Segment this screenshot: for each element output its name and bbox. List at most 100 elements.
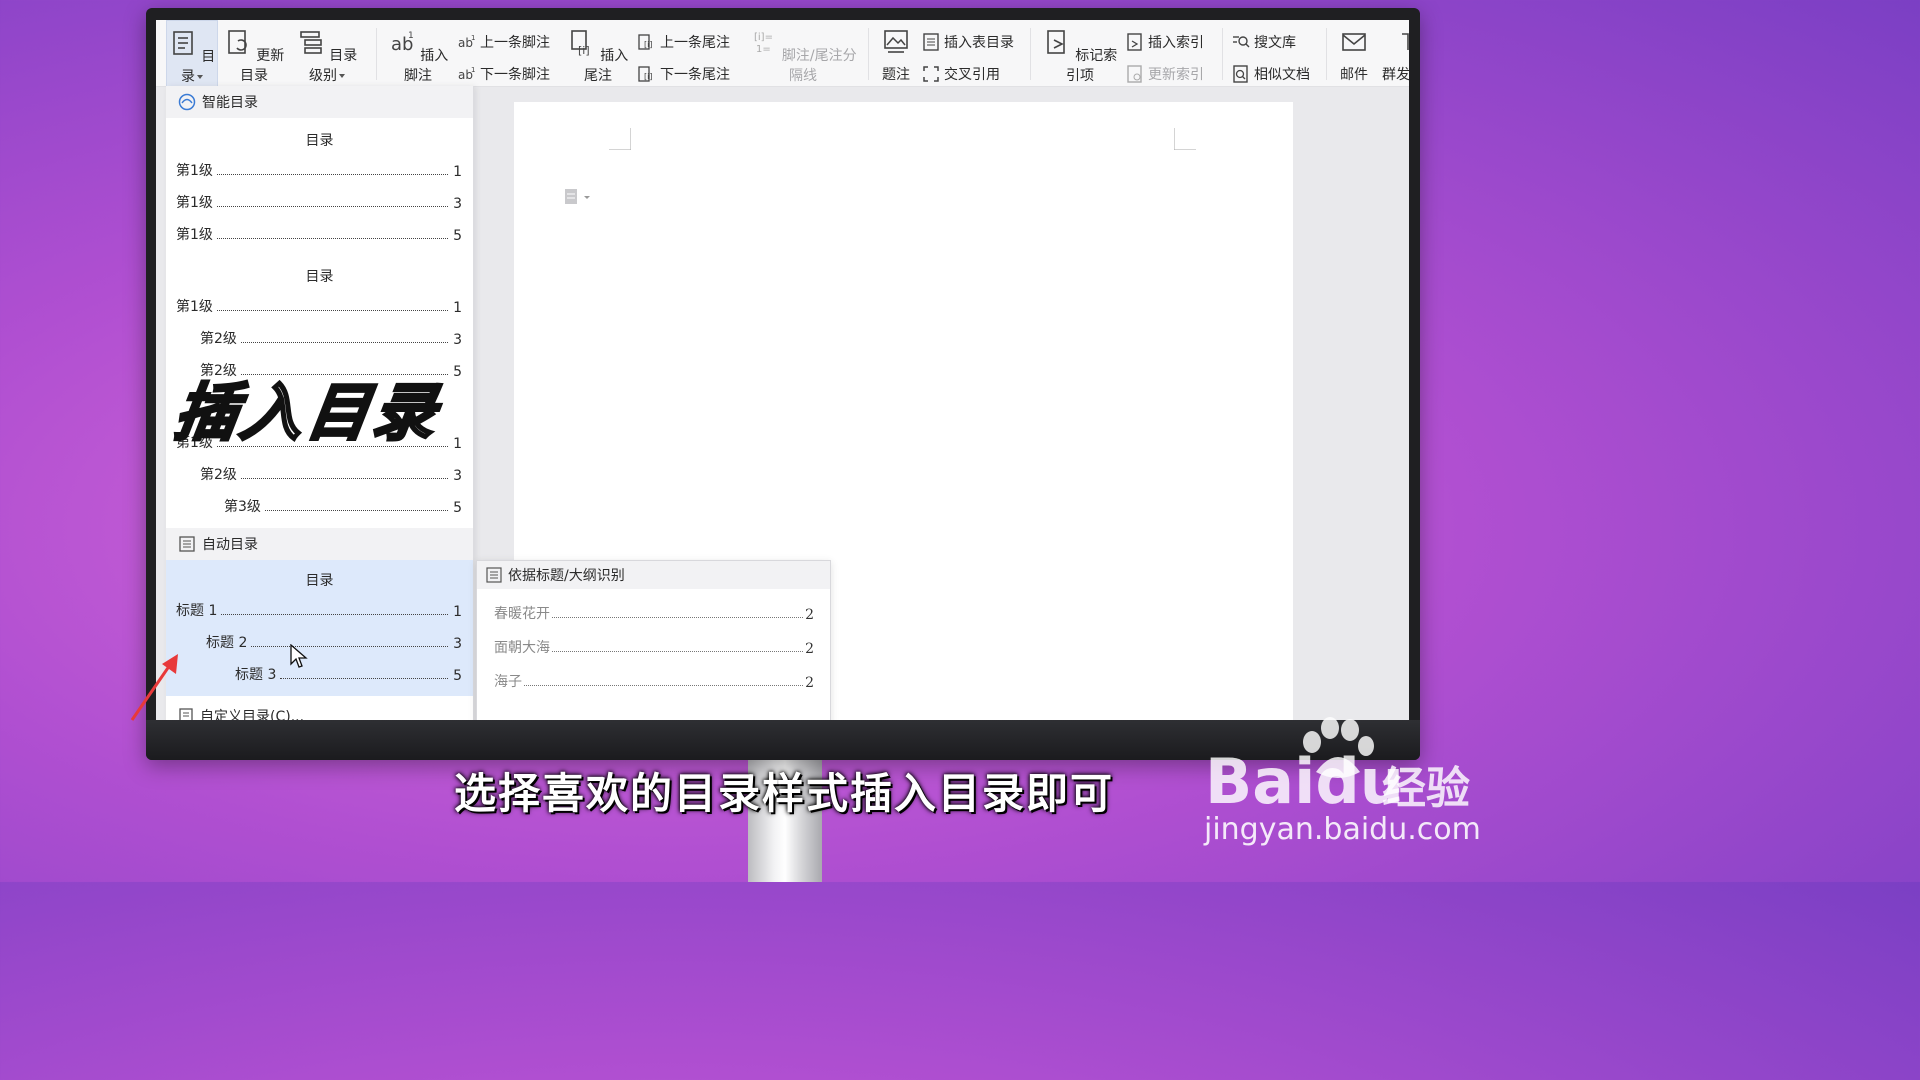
mark-index-button[interactable]: 标记索引项 (1038, 20, 1122, 86)
caption-label: 题注 (882, 67, 910, 83)
toc-title: 目录 (305, 573, 334, 589)
mail-label: 邮件 (1340, 67, 1368, 83)
separator-button[interactable]: [i]= 1= 脚注/尾注分隔线 (746, 20, 860, 86)
svg-text:1: 1 (471, 66, 475, 74)
insert-table-toc-label: 插入表目录 (944, 35, 1014, 51)
toc-level-icon (299, 31, 322, 54)
toc-preview-submenu: 依据标题/大纲识别 春暖花开 2 面朝大海 2 海子 2 (476, 560, 831, 720)
update-index-label: 更新索引 (1148, 67, 1204, 83)
svg-text:[i]: [i] (644, 72, 652, 81)
table-toc-icon (923, 33, 939, 51)
image-caption-icon (884, 30, 908, 53)
toc-line: 第1级 5 (176, 227, 462, 244)
smart-toc-icon (178, 93, 196, 111)
auto-toc-header: 自动目录 (166, 528, 473, 560)
page-margin-corner (1174, 128, 1196, 150)
svg-text:1=: 1= (756, 44, 771, 55)
search-icon (1233, 36, 1250, 48)
mouse-cursor-icon (290, 644, 308, 668)
mark-index-label: 标记索引项 (1066, 48, 1118, 84)
insert-table-toc-button[interactable]: 插入表目录 (922, 32, 1014, 52)
next-footnote-label: 下一条脚注 (480, 67, 550, 83)
refresh-doc-icon (227, 30, 247, 54)
update-toc-button[interactable]: 更新目录 (222, 20, 286, 86)
footnote-icon: ab1 (391, 31, 414, 55)
mail-button[interactable]: 邮件 (1334, 20, 1374, 86)
toc-title: 目录 (305, 133, 334, 149)
toc-button[interactable]: 目录 (166, 20, 218, 88)
toc-line: 标题 35 (235, 667, 462, 684)
svg-text:[i]: [i] (578, 44, 590, 56)
ribbon-toolbar: 目录 更新目录 目录级别 ab 1 插入脚注 ab 1 上一条脚注 ab 1 下一条脚… (156, 20, 1409, 88)
watermark-cn: 经验 (1382, 763, 1470, 814)
mail-icon (1342, 33, 1366, 51)
insert-footnote-button[interactable]: ab 1 插入脚注 (386, 20, 450, 86)
preview-line: 海子 2 (494, 674, 814, 691)
update-index-icon (1127, 65, 1142, 83)
watermark-url: jingyan.baidu.com (1204, 812, 1481, 847)
next-endnote-label: 下一条尾注 (660, 67, 730, 83)
toc-line: 第3级 5 (224, 499, 462, 516)
auto-toc-icon (179, 536, 195, 552)
insert-index-button[interactable]: 插入索引 (1126, 32, 1204, 52)
paste-options-icon[interactable] (564, 188, 598, 206)
caption-button[interactable]: 题注 (874, 20, 918, 86)
toc-line: 第2级 3 (200, 331, 462, 348)
prev-footnote-label: 上一条脚注 (480, 35, 550, 51)
cross-ref-label: 交叉引用 (944, 67, 1000, 83)
chevron-down-icon (197, 75, 203, 79)
cross-ref-button[interactable]: 交叉引用 (922, 64, 1000, 84)
prev-endnote-label: 上一条尾注 (660, 35, 730, 51)
outline-icon (486, 567, 502, 583)
auto-toc-label: 自动目录 (202, 537, 258, 553)
update-index-button[interactable]: 更新索引 (1126, 64, 1204, 84)
toc-title: 目录 (305, 269, 334, 285)
separator-icon: [i]=1= (754, 32, 773, 55)
toc-line: 标题 23 (206, 635, 462, 652)
chevron-down-icon (339, 74, 345, 78)
next-footnote-button[interactable]: ab 1 下一条脚注 (458, 64, 550, 84)
mass-send-button[interactable]: 群发 (1378, 20, 1409, 86)
prev-endnote-icon: [i] (638, 34, 652, 50)
separator-label: 脚注/尾注分隔线 (781, 48, 857, 84)
page-margin-corner (609, 128, 631, 150)
toc-line: 标题 11 (176, 603, 462, 620)
next-endnote-button[interactable]: [i] 下一条尾注 (638, 64, 730, 84)
insert-index-icon (1127, 33, 1142, 51)
submenu-header-label: 依据标题/大纲识别 (508, 568, 625, 584)
toc-line: 第2级 3 (200, 467, 462, 484)
divider (1030, 28, 1031, 80)
insert-index-label: 插入索引 (1148, 35, 1204, 51)
svg-text:1: 1 (408, 31, 414, 41)
similar-docs-icon (1233, 65, 1248, 83)
toc-line: 第1级 3 (176, 195, 462, 212)
custom-toc-item[interactable]: 自定义目录(C)... (178, 706, 304, 720)
divider (376, 28, 377, 80)
smart-toc-header: 智能目录 (166, 86, 473, 118)
submenu-header: 依据标题/大纲识别 (477, 561, 830, 589)
overlay-title: 插入目录 (169, 375, 446, 451)
mark-index-icon (1046, 30, 1065, 54)
prev-footnote-button[interactable]: ab 1 上一条脚注 (458, 32, 550, 52)
divider (1326, 28, 1327, 80)
custom-toc-label: 自定义目录(C)... (200, 709, 305, 720)
divider (1222, 28, 1223, 80)
toc-level-button[interactable]: 目录级别 (292, 20, 362, 86)
svg-text:[i]: [i] (644, 40, 652, 49)
search-lib-button[interactable]: 搜文库 (1232, 32, 1296, 52)
toc-line: 第1级 1 (176, 299, 462, 316)
watermark-brand: Baidu (1205, 745, 1404, 818)
svg-text:[i]=: [i]= (754, 32, 773, 43)
divider (868, 28, 869, 80)
cross-ref-icon (923, 66, 939, 82)
similar-docs-label: 相似文档 (1254, 67, 1310, 83)
svg-text:1: 1 (471, 34, 475, 42)
red-arrow-icon (130, 654, 178, 721)
insert-endnote-button[interactable]: [i] 插入尾注 (566, 20, 630, 86)
next-endnote-icon: [i] (638, 66, 652, 82)
similar-docs-button[interactable]: 相似文档 (1232, 64, 1310, 84)
smart-toc-label: 智能目录 (202, 95, 258, 111)
mass-send-label: 群发 (1382, 67, 1409, 83)
prev-endnote-button[interactable]: [i] 上一条尾注 (638, 32, 730, 52)
preview-line: 春暖花开 2 (494, 606, 814, 623)
